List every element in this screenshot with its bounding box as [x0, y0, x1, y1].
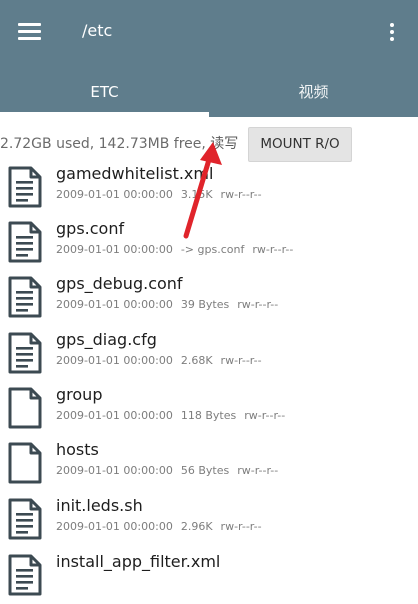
storage-usage-text: 2.72GB used, 142.73MB free,: [0, 136, 206, 152]
file-date: 2009-01-01 00:00:00: [56, 520, 173, 533]
storage-usage: 2.72GB used, 142.73MB free, 读写: [0, 133, 238, 153]
file-date: 2009-01-01 00:00:00: [56, 298, 173, 311]
file-list-item[interactable]: gps_diag.cfg 2009-01-01 00:00:00 2.68K rw-r…: [0, 326, 418, 382]
file-size: 56 Bytes: [180, 464, 230, 477]
file-perm: rw-r--r--: [237, 298, 279, 311]
file-perm: rw-r--r--: [220, 520, 262, 533]
file-name: gps_diag.cfg: [56, 330, 157, 349]
current-path: /etc: [82, 21, 113, 40]
file-date: 2009-01-01 00:00:00: [56, 464, 173, 477]
file-list-item[interactable]: hosts 2009-01-01 00:00:00 56 Bytes rw-r--r-…: [0, 436, 418, 492]
file-list-item[interactable]: gamedwhitelist.xml 2009-01-01 00:00:00 3.1…: [0, 160, 418, 216]
file-list-item[interactable]: group 2009-01-01 00:00:00 118 Bytes rw-r--r…: [0, 381, 418, 437]
file-meta: 2009-01-01 00:00:00 -> gps.conf rw-r--r--: [56, 243, 301, 256]
hamburger-menu-icon[interactable]: [12, 16, 48, 46]
file-list-item[interactable]: gps_debug.conf 2009-01-01 00:00:00 39 Byte…: [0, 270, 418, 326]
file-meta: [56, 576, 80, 589]
file-name: group: [56, 385, 103, 404]
mount-ro-button[interactable]: MOUNT R/O: [248, 127, 352, 162]
file-name: gamedwhitelist.xml: [56, 164, 214, 183]
file-perm: rw-r--r--: [220, 188, 262, 201]
file-size: 118 Bytes: [180, 409, 237, 422]
file-list-item[interactable]: init.leds.sh 2009-01-01 00:00:00 2.96K rw-r…: [0, 492, 418, 548]
file-meta: 2009-01-01 00:00:00 2.68K rw-r--r--: [56, 354, 270, 367]
file-meta: 2009-01-01 00:00:00 56 Bytes rw-r--r--: [56, 464, 286, 477]
file-name: install_app_filter.xml: [56, 552, 221, 571]
file-name: hosts: [56, 440, 99, 459]
file-list-item[interactable]: gps.conf 2009-01-01 00:00:00 -> gps.conf rw…: [0, 215, 418, 271]
file-size: 39 Bytes: [180, 298, 230, 311]
file-name: gps.conf: [56, 219, 125, 238]
file-meta: 2009-01-01 00:00:00 118 Bytes rw-r--r--: [56, 409, 293, 422]
file-size: 2.96K: [180, 520, 213, 533]
file-list-item[interactable]: install_app_filter.xml: [0, 548, 418, 604]
file-date: 2009-01-01 00:00:00: [56, 409, 173, 422]
file-perm: rw-r--r--: [252, 243, 294, 256]
app-bar: /etc ETC 视频: [0, 0, 418, 117]
file-name: gps_debug.conf: [56, 274, 183, 293]
file-name: init.leds.sh: [56, 496, 143, 515]
file-size: -> gps.conf: [180, 243, 245, 256]
file-perm: rw-r--r--: [244, 409, 286, 422]
file-perm: rw-r--r--: [220, 354, 262, 367]
file-date: 2009-01-01 00:00:00: [56, 243, 173, 256]
tab-etc[interactable]: ETC: [0, 64, 209, 117]
file-perm: rw-r--r--: [237, 464, 279, 477]
tab-video[interactable]: 视频: [209, 64, 418, 117]
file-date: 2009-01-01 00:00:00: [56, 188, 173, 201]
file-meta: 2009-01-01 00:00:00 2.96K rw-r--r--: [56, 520, 270, 533]
file-size: 3.15K: [180, 188, 213, 201]
file-meta: 2009-01-01 00:00:00 3.15K rw-r--r--: [56, 188, 270, 201]
file-size: 2.68K: [180, 354, 213, 367]
file-date: 2009-01-01 00:00:00: [56, 354, 173, 367]
more-vert-icon[interactable]: [382, 18, 402, 46]
file-meta: 2009-01-01 00:00:00 39 Bytes rw-r--r--: [56, 298, 286, 311]
mount-mode: 读写: [210, 136, 239, 152]
